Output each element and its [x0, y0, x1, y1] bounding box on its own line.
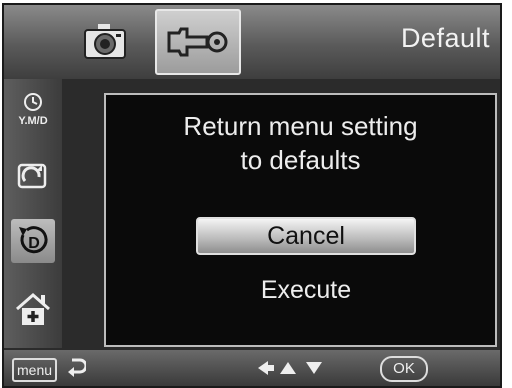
date-format-icon: Y.M/D [18, 93, 48, 127]
sidebar-item-default-reset[interactable]: D [11, 219, 55, 263]
bottom-hint-bar: menu OK [4, 350, 500, 386]
home-plus-icon [16, 293, 50, 325]
tab-settings[interactable] [155, 9, 241, 75]
dialog-message-line1: Return menu setting [183, 111, 418, 141]
dialog-message-line2: to defaults [240, 145, 361, 175]
dialog-message: Return menu setting to defaults [106, 109, 495, 177]
wrench-icon [167, 27, 228, 57]
ok-key-hint: OK [380, 356, 428, 382]
camera-screen: Default Y.M/D D Return menu setting to d… [2, 3, 502, 388]
execute-button[interactable]: Execute [196, 271, 416, 309]
tab-camera[interactable] [66, 9, 144, 75]
back-arrow-icon [68, 358, 86, 377]
cancel-button[interactable]: Cancel [196, 217, 416, 255]
svg-text:D: D [28, 235, 40, 252]
rotate-icon [17, 163, 47, 189]
top-tab-bar: Default [4, 5, 500, 79]
reset-defaults-dialog: Return menu setting to defaults Cancel E… [104, 93, 497, 347]
sidebar-item-date-format[interactable]: Y.M/D [11, 89, 55, 133]
page-title: Default [400, 23, 490, 53]
sidebar-item-rotate[interactable] [11, 153, 55, 197]
menu-key-hint: menu [12, 358, 58, 382]
camera-icon [84, 24, 126, 59]
svg-text:Y.M/D: Y.M/D [18, 115, 47, 127]
sidebar-item-home[interactable] [11, 287, 55, 331]
sidebar: Y.M/D D [4, 79, 62, 348]
nav-arrows-icon [258, 361, 322, 375]
default-reset-icon: D [19, 226, 48, 254]
